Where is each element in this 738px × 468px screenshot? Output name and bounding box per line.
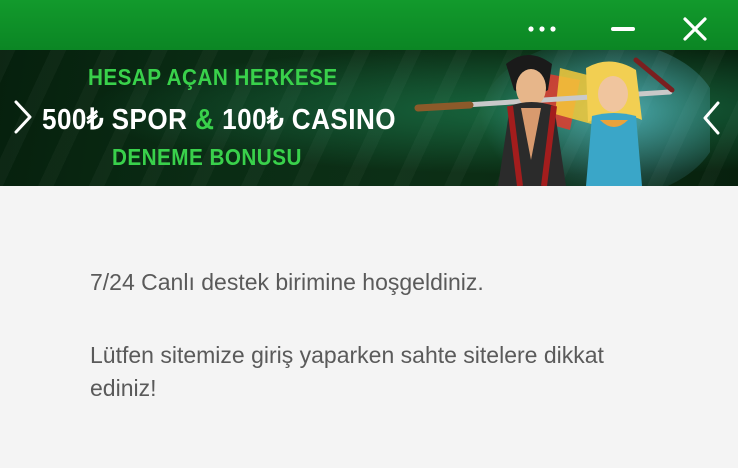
chevron-right-icon[interactable] (700, 100, 724, 136)
chevron-left-icon (14, 100, 32, 134)
minimize-button[interactable] (605, 14, 641, 44)
more-options-button[interactable] (524, 14, 560, 44)
more-horizontal-icon (528, 26, 556, 32)
minimize-icon (611, 27, 635, 31)
welcome-message: 7/24 Canlı destek birimine hoşgeldiniz. (90, 269, 484, 295)
banner-subline: DENEME BONUSU (112, 144, 302, 170)
promo-banner[interactable]: HESAP AÇAN HERKESE 500₺ SPOR & 100₺ CASI… (0, 50, 738, 186)
warning-message: Lütfen sitemize giriş yaparken sahte sit… (90, 342, 604, 401)
banner-offer: 500₺ SPOR & 100₺ CASINO (42, 104, 397, 136)
close-icon (683, 17, 707, 41)
header-cropped-text: ▀▀▀▀ ▀▀ ▀▀▀▀▀▀ ▀▀▀▀▀▀▀▀ (6, 0, 345, 9)
chat-header: ▀▀▀▀ ▀▀ ▀▀▀▀▀▀ ▀▀▀▀▀▀▀▀ (0, 0, 738, 50)
banner-character-illustration (414, 50, 710, 186)
banner-headline: HESAP AÇAN HERKESE (88, 64, 338, 90)
close-button[interactable] (677, 14, 713, 44)
